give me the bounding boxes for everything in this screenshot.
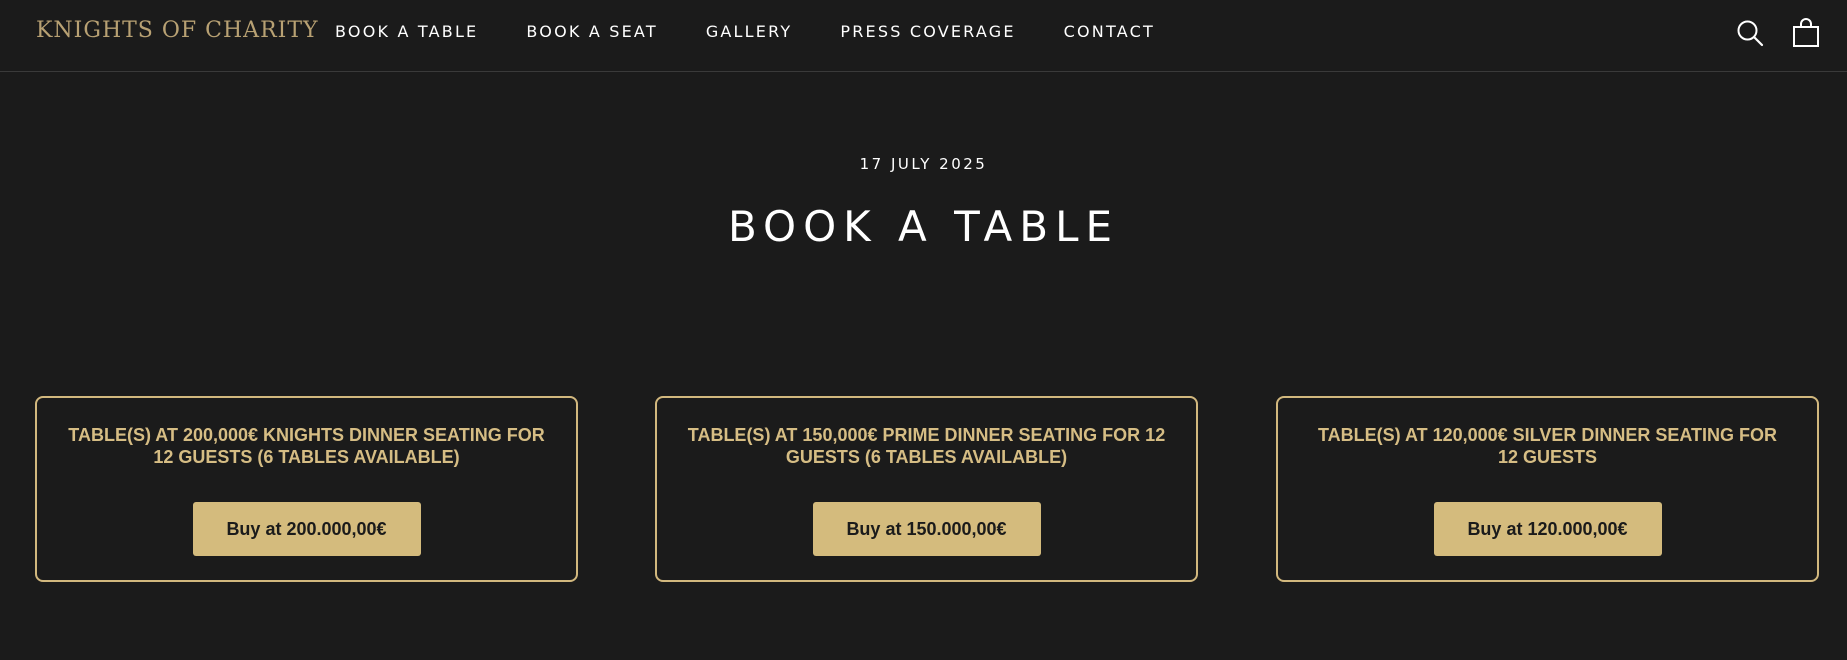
table-offer-card: TABLE(S) AT 120,000€ SILVER DINNER SEATI… bbox=[1276, 396, 1819, 582]
event-date: 17 JULY 2025 bbox=[859, 155, 988, 173]
table-offer-card: TABLE(S) AT 200,000€ KNIGHTS DINNER SEAT… bbox=[35, 396, 578, 582]
site-logo[interactable]: KNIGHTS OF CHARITY bbox=[36, 18, 319, 43]
page-title: BOOK A TABLE bbox=[727, 202, 1120, 251]
buy-button[interactable]: Buy at 120.000,00€ bbox=[1433, 502, 1662, 556]
buy-button[interactable]: Buy at 150.000,00€ bbox=[812, 502, 1041, 556]
table-offer-title: TABLE(S) AT 200,000€ KNIGHTS DINNER SEAT… bbox=[68, 425, 545, 467]
main-nav: BOOK A TABLE BOOK A SEAT GALLERY PRESS C… bbox=[335, 22, 1203, 41]
search-icon[interactable] bbox=[1735, 18, 1765, 48]
table-offer-card: TABLE(S) AT 150,000€ PRIME DINNER SEATIN… bbox=[655, 396, 1198, 582]
site-header: KNIGHTS OF CHARITY BOOK A TABLE BOOK A S… bbox=[0, 0, 1847, 72]
table-offer-title: TABLE(S) AT 120,000€ SILVER DINNER SEATI… bbox=[1317, 425, 1778, 467]
nav-item-press-coverage[interactable]: PRESS COVERAGE bbox=[840, 22, 1015, 41]
nav-item-contact[interactable]: CONTACT bbox=[1064, 22, 1155, 41]
shopping-bag-icon[interactable] bbox=[1791, 18, 1821, 48]
nav-item-book-a-table[interactable]: BOOK A TABLE bbox=[335, 22, 478, 41]
table-offer-title: TABLE(S) AT 150,000€ PRIME DINNER SEATIN… bbox=[687, 425, 1166, 467]
nav-item-gallery[interactable]: GALLERY bbox=[706, 22, 793, 41]
nav-item-book-a-seat[interactable]: BOOK A SEAT bbox=[526, 22, 657, 41]
buy-button[interactable]: Buy at 200.000,00€ bbox=[192, 502, 421, 556]
